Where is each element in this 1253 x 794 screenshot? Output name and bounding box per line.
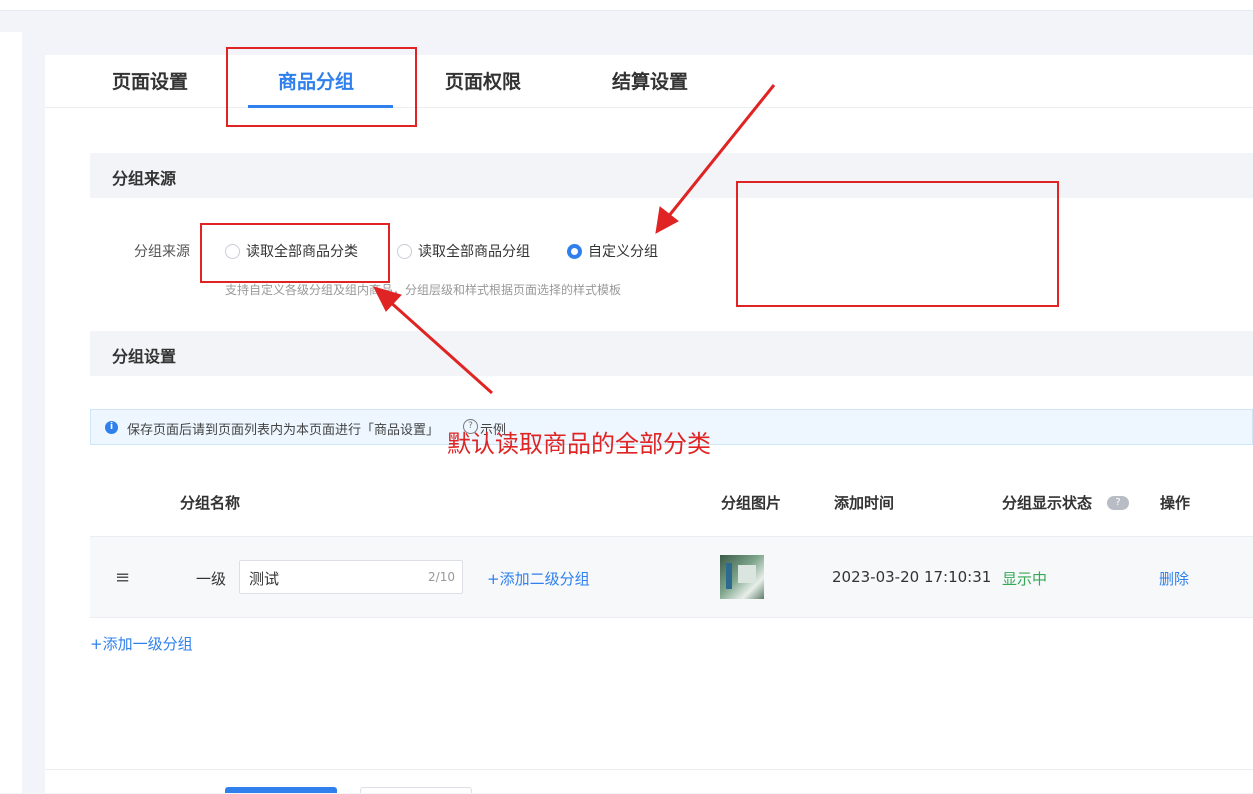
group-image-thumbnail[interactable] (720, 555, 764, 599)
source-section-title: 分组来源 (112, 169, 177, 188)
radio-custom-groups[interactable]: 自定义分组 (567, 241, 658, 261)
char-counter: 2/10 (428, 570, 455, 584)
table-row: ≡ 一级 测试 2/10 +添加二级分组 2023-03-20 17:10:31… (90, 536, 1253, 618)
radio-circle[interactable] (397, 243, 412, 259)
header-group-name: 分组名称 (180, 494, 241, 512)
header-add-time: 添加时间 (834, 494, 895, 512)
tab-page-permissions[interactable]: 页面权限 (445, 69, 521, 95)
delete-link[interactable]: 删除 (1159, 568, 1189, 589)
radio-label: 读取全部商品分类 (246, 244, 358, 260)
source-hint: 支持自定义各级分组及组内商品，分组层级和样式根据页面选择的样式模板 (225, 283, 622, 297)
radio-label: 读取全部商品分组 (418, 244, 530, 260)
status-help-icon[interactable]: ? (1107, 496, 1129, 510)
drag-handle-icon[interactable]: ≡ (115, 567, 130, 588)
source-section-header: 分组来源 (90, 153, 1253, 198)
top-bar (0, 0, 1253, 11)
radio-circle-selected[interactable] (567, 243, 582, 259)
left-sidebar (0, 32, 22, 793)
group-level: 一级 (196, 570, 227, 588)
group-name-value: 测试 (249, 570, 280, 588)
settings-section-header: 分组设置 (90, 331, 1253, 376)
add-subgroup-link[interactable]: +添加二级分组 (487, 568, 590, 589)
group-status: 显示中 (1002, 570, 1048, 588)
radio-circle[interactable] (225, 243, 240, 259)
secondary-button[interactable] (360, 787, 472, 793)
tab-product-groups[interactable]: 商品分组 (278, 69, 354, 95)
header-action: 操作 (1160, 494, 1191, 512)
alert-text: 保存页面后请到页面列表内为本页面进行「商品设置」 (127, 423, 440, 438)
tab-checkout-settings[interactable]: 结算设置 (612, 69, 688, 95)
add-top-group-link[interactable]: +添加一级分组 (90, 633, 193, 654)
header-display-status: 分组显示状态 (1002, 494, 1093, 512)
thumbnail-shape (726, 563, 732, 589)
info-icon: i (105, 421, 118, 434)
source-field-label: 分组来源 (134, 244, 190, 260)
radio-label: 自定义分组 (588, 244, 658, 260)
group-add-time: 2023-03-20 17:10:31 (832, 568, 992, 586)
group-name-input[interactable]: 测试 2/10 (239, 560, 463, 594)
settings-section-title: 分组设置 (112, 347, 177, 366)
active-tab-indicator (248, 105, 393, 108)
tab-page-settings[interactable]: 页面设置 (112, 69, 188, 95)
primary-button[interactable] (225, 787, 337, 793)
header-group-image: 分组图片 (721, 494, 782, 512)
tab-bar: 页面设置 商品分组 页面权限 结算设置 (45, 55, 1253, 108)
radio-all-categories[interactable]: 读取全部商品分类 (225, 241, 358, 261)
annotation-text: 默认读取商品的全部分类 (447, 430, 711, 458)
thumbnail-shape (738, 565, 756, 583)
radio-all-groups[interactable]: 读取全部商品分组 (397, 241, 530, 261)
